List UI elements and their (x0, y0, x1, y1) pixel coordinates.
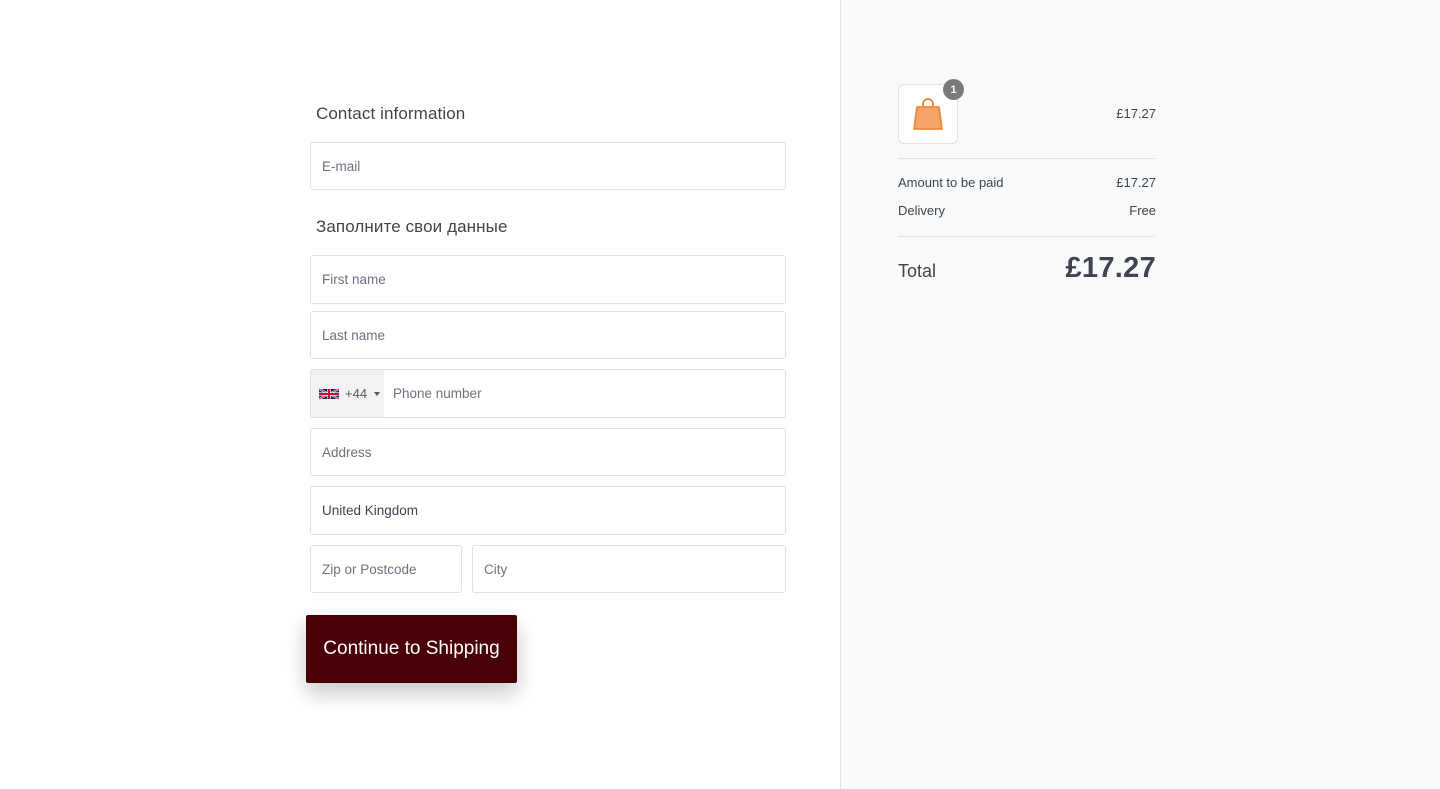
item-price: £17.27 (1116, 106, 1156, 121)
shopping-bag-icon (913, 98, 943, 130)
dial-code: +44 (345, 386, 368, 401)
divider (898, 158, 1155, 159)
phone-number-input[interactable] (384, 370, 785, 417)
checkout-form-panel: Contact information Заполните свои данны… (0, 0, 840, 789)
country-code-select[interactable]: +44 (311, 370, 384, 417)
amount-row: Amount to be paid £17.27 (898, 175, 1156, 190)
caret-down-icon (374, 391, 381, 396)
country-input[interactable] (310, 486, 786, 535)
divider (898, 236, 1155, 237)
your-details-heading: Заполните свои данные (316, 217, 508, 236)
total-label: Total (898, 261, 937, 281)
continue-to-shipping-button[interactable]: Continue to Shipping (306, 615, 517, 683)
zip-input[interactable] (310, 545, 462, 593)
amount-label: Amount to be paid (898, 175, 1004, 190)
amount-value: £17.27 (1116, 175, 1156, 190)
delivery-label: Delivery (898, 203, 945, 218)
uk-flag-icon (319, 387, 339, 400)
total-row: Total £17.27 (898, 252, 1156, 285)
first-name-input[interactable] (310, 255, 786, 304)
last-name-input[interactable] (310, 311, 786, 359)
quantity-badge: 1 (943, 79, 964, 100)
phone-field: +44 (310, 369, 786, 418)
delivery-row: Delivery Free (898, 203, 1156, 218)
city-input[interactable] (472, 545, 786, 593)
delivery-value: Free (1129, 203, 1156, 218)
total-value: £17.27 (1065, 252, 1156, 284)
contact-information-heading: Contact information (316, 104, 466, 123)
email-input[interactable] (310, 142, 786, 190)
address-input[interactable] (310, 428, 786, 476)
